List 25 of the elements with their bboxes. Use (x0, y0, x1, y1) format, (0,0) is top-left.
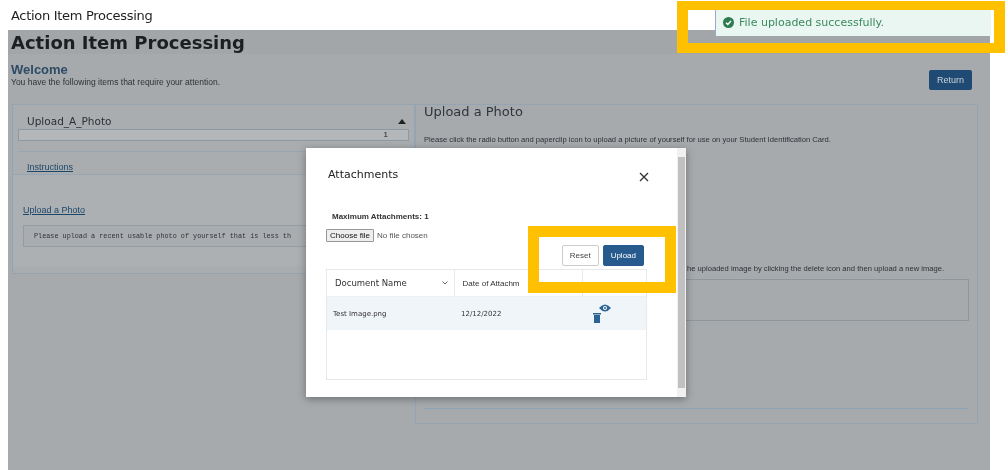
upload-photo-link[interactable]: Upload a Photo (23, 205, 86, 215)
page-heading: Action Item Processing (11, 31, 245, 53)
max-attachments-label: Maximum Attachments: 1 (331, 212, 430, 221)
page-title: Action Item Processing (11, 7, 153, 23)
item-title: Upload_A_Photo (27, 115, 112, 127)
welcome-subtitle: You have the following items that require your attention. (11, 77, 220, 87)
dialog-title: Attachments (328, 167, 399, 181)
toast-message: File uploaded successfully. (739, 15, 885, 29)
view-icon[interactable] (599, 304, 611, 312)
trash-icon[interactable] (593, 313, 601, 323)
choose-file-button[interactable]: Choose file (326, 229, 375, 242)
caret-icon[interactable] (398, 118, 406, 124)
welcome-heading: Welcome (11, 62, 69, 77)
scrollbar[interactable] (677, 148, 686, 397)
detail-heading: Upload a Photo (424, 104, 524, 119)
counter-field: 1 (18, 129, 409, 141)
close-icon[interactable] (639, 172, 649, 182)
upload-button[interactable]: Upload (602, 245, 644, 266)
column-header[interactable]: Document Name (327, 270, 455, 296)
chevron-icon[interactable] (441, 281, 448, 285)
return-button[interactable]: Return (929, 70, 972, 90)
column-header[interactable]: Date of Attachm (454, 270, 527, 296)
instructions-link[interactable]: Instructions (27, 162, 74, 172)
reset-button[interactable]: Reset (561, 245, 599, 266)
check-icon (723, 16, 734, 28)
